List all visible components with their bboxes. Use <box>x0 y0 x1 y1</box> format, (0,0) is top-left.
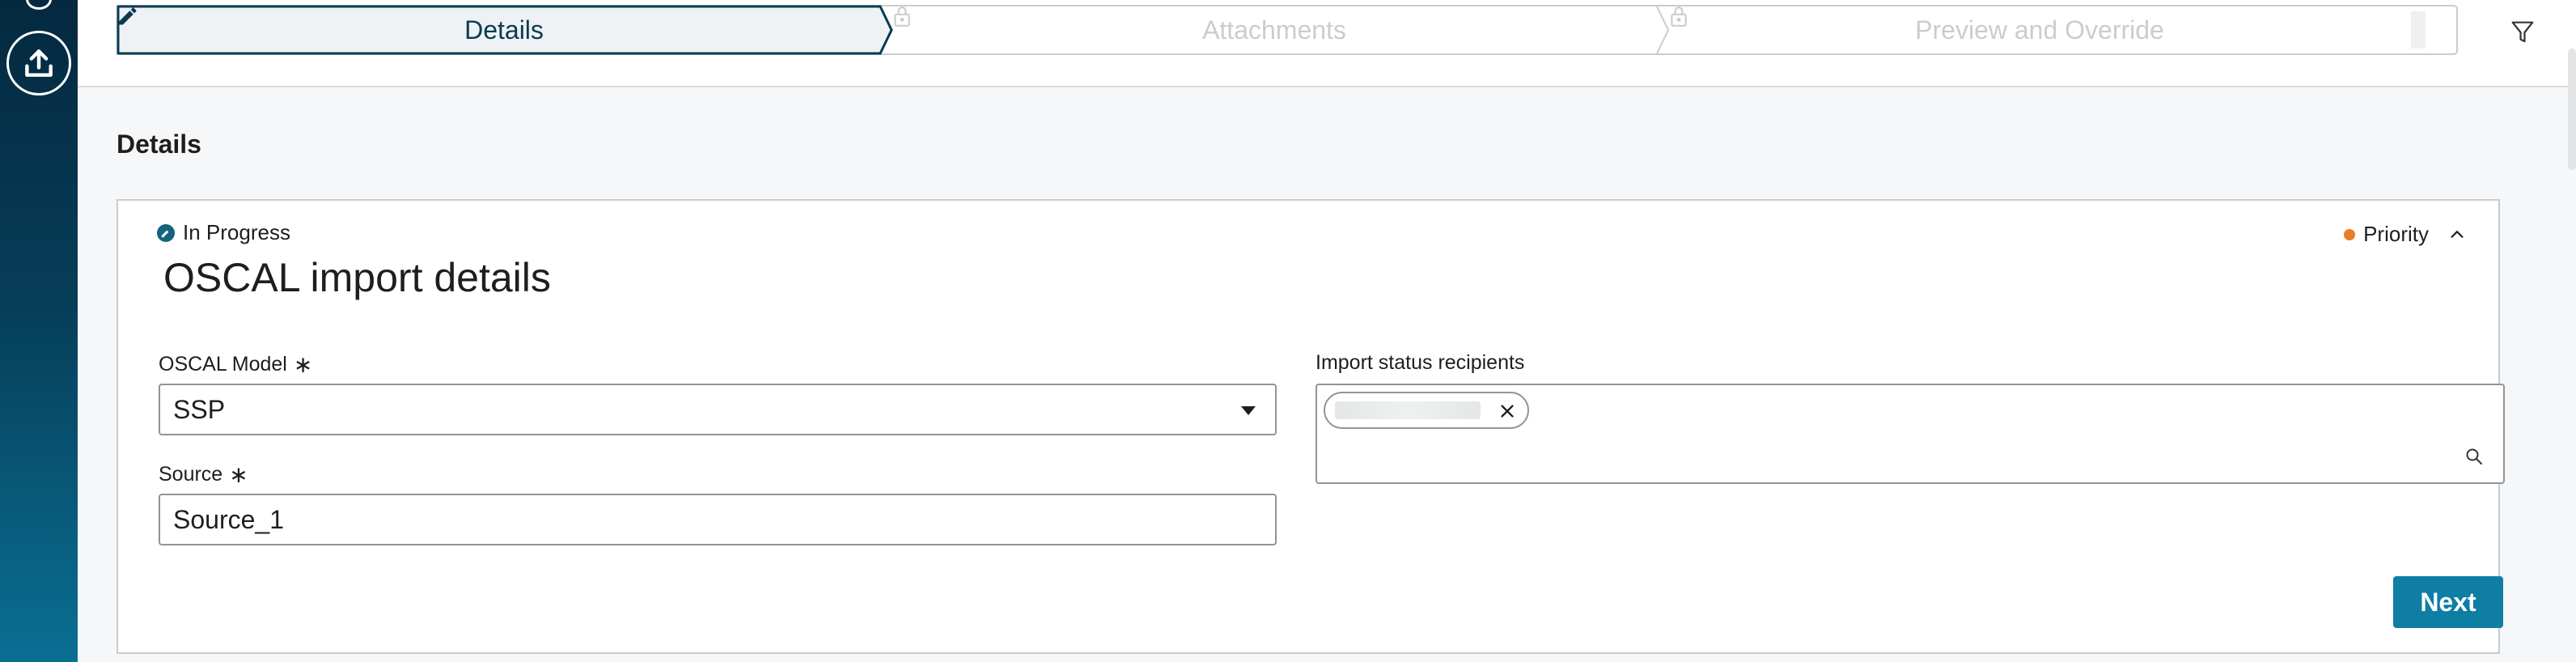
remove-recipient-button[interactable] <box>1498 402 1516 420</box>
filter-icon <box>2511 21 2534 43</box>
wizard-step-preview-label: Preview and Override <box>1915 15 2164 45</box>
recipients-input[interactable] <box>1316 384 2505 484</box>
collapse-button[interactable] <box>2448 226 2466 244</box>
source-input[interactable] <box>159 494 1277 545</box>
recipients-label-text: Import status recipients <box>1316 351 1525 374</box>
next-button[interactable]: Next <box>2393 576 2503 628</box>
lock-icon <box>894 6 910 27</box>
oscal-model-select[interactable]: SSP <box>159 384 1277 435</box>
chevron-up-icon <box>2451 230 2464 238</box>
redacted-recipient <box>1335 401 1481 419</box>
required-icon: ∗ <box>229 462 248 487</box>
wizard-step-details-label: Details <box>464 15 544 45</box>
close-icon <box>1501 405 1514 418</box>
upload-icon <box>25 49 53 77</box>
wizard-step-attachments: Attachments <box>892 5 1657 55</box>
wizard-step-details[interactable]: Details <box>117 5 892 55</box>
required-icon: ∗ <box>293 352 313 377</box>
in-progress-icon <box>157 223 175 242</box>
import-details-card: In Progress Priority OSCAL import detail… <box>117 199 2505 654</box>
section-title: Details <box>117 129 201 159</box>
card-title: OSCAL import details <box>163 255 551 300</box>
pencil-icon <box>119 7 137 25</box>
status-badge: In Progress <box>157 220 290 245</box>
recipients-label: Import status recipients <box>1316 351 1524 375</box>
priority-indicator: Priority <box>2344 222 2466 247</box>
search-button[interactable] <box>2464 447 2484 466</box>
source-label-text: Source <box>159 463 223 486</box>
source-label: Source ∗ <box>159 461 248 488</box>
rail-top-icon <box>26 0 52 10</box>
status-text: In Progress <box>183 220 290 244</box>
left-rail <box>0 0 78 662</box>
oscal-model-label-text: OSCAL Model <box>159 353 287 376</box>
recipient-chip <box>1324 392 1529 429</box>
lock-icon <box>1671 6 1687 27</box>
oscal-model-label: OSCAL Model ∗ <box>159 351 312 378</box>
search-icon <box>2466 448 2482 465</box>
caret-down-icon <box>1241 406 1256 415</box>
oscal-model-value: SSP <box>173 394 226 424</box>
wizard-progress: Details Attachments Preview and Override <box>117 5 2458 55</box>
scrollbar-thumb[interactable] <box>2568 49 2576 170</box>
wizard-header: Details Attachments Preview and Override <box>78 0 2576 87</box>
filter-button[interactable] <box>2505 15 2540 50</box>
wizard-step-attachments-label: Attachments <box>1202 15 1346 45</box>
priority-dot-icon <box>2344 228 2356 240</box>
priority-text: Priority <box>2363 222 2429 246</box>
upload-button[interactable] <box>6 31 71 95</box>
wizard-step-preview: Preview and Override <box>1668 5 2411 55</box>
